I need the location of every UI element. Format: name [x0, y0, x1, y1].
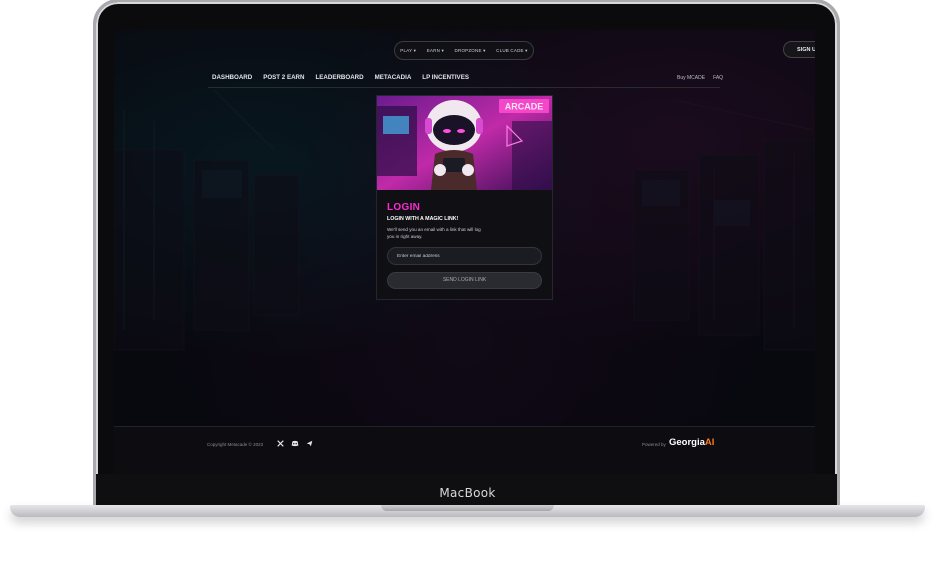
nav-lp-incentives[interactable]: LP INCENTIVES [422, 74, 469, 81]
georgia-ai-logo-suffix: AI [704, 437, 715, 448]
nav-divider [208, 87, 720, 88]
main-nav: DASHBOARD POST 2 EARN LEADERBOARD METACA… [212, 74, 469, 81]
login-subtitle: LOGIN WITH A MAGIC LINK! [387, 216, 459, 222]
telegram-icon[interactable] [306, 440, 313, 447]
x-icon[interactable] [277, 440, 284, 447]
social-links [277, 440, 313, 447]
send-login-link-button[interactable]: SEND LOGIN LINK [387, 272, 542, 289]
top-menu-dropzone[interactable]: DROPZONE ▾ [455, 48, 486, 54]
email-field[interactable] [387, 247, 542, 265]
nav-metacadia[interactable]: METACADIA [375, 74, 412, 81]
copyright-text: Copyright Metacade © 2023 [207, 442, 264, 447]
laptop-notch [381, 505, 554, 511]
georgia-ai-logo-name: Georgia [669, 437, 705, 448]
login-card: ARCADE LOGIN LOGIN WITH A MAGIC LINK! We… [376, 95, 553, 300]
nav-right: Buy MCADE FAQ [677, 75, 723, 81]
top-menu-club-cade[interactable]: CLUB CADE ▾ [496, 48, 527, 54]
discord-icon[interactable] [291, 440, 299, 447]
buy-mcade-link[interactable]: Buy MCADE [677, 75, 705, 81]
login-hero-image: ARCADE [377, 96, 552, 190]
georgia-ai-logo[interactable]: GeorgiaAI [669, 437, 714, 448]
nav-post-2-earn[interactable]: POST 2 EARN [263, 74, 304, 81]
faq-link[interactable]: FAQ [713, 75, 723, 81]
nav-dashboard[interactable]: DASHBOARD [212, 74, 252, 81]
top-menu-play[interactable]: PLAY ▾ [400, 48, 416, 54]
browser-screen: PLAY ▾ EARN ▾ DROPZONE ▾ CLUB CADE ▾ SIG… [114, 30, 815, 474]
nav-leaderboard[interactable]: LEADERBOARD [315, 74, 363, 81]
sign-up-button[interactable]: SIGN UP [783, 41, 815, 58]
powered-by-text: Powered by [642, 442, 666, 447]
macbook-label: MacBook [439, 486, 496, 500]
login-description: We'll send you an email with a link that… [387, 227, 481, 239]
top-menu-earn[interactable]: EARN ▾ [427, 48, 444, 54]
login-title: LOGIN [387, 202, 421, 213]
arcade-sign: ARCADE [505, 102, 544, 112]
top-menu: PLAY ▾ EARN ▾ DROPZONE ▾ CLUB CADE ▾ [394, 41, 534, 60]
footer: Copyright Metacade © 2023 Powered by Geo… [114, 426, 815, 474]
